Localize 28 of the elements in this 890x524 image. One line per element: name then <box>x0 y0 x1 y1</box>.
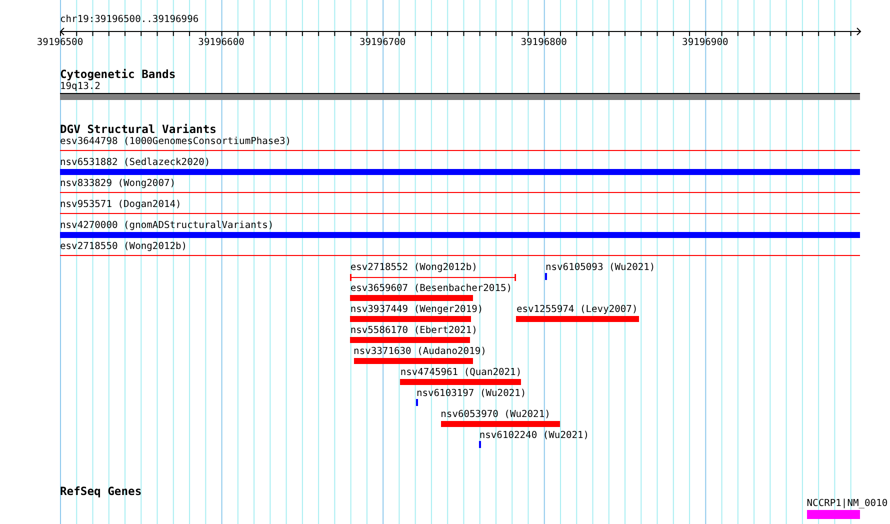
feature-label: nsv6053970 (Wu2021) <box>440 409 550 421</box>
track-title: DGV Structural Variants <box>59 123 216 136</box>
feature-label: 19q13.2 <box>60 81 100 93</box>
track-title: Cytogenetic Bands <box>59 68 176 81</box>
feature-label: nsv3937449 (Wenger2019) <box>350 304 484 316</box>
feature-label: esv2718552 (Wong2012b) <box>350 262 478 274</box>
track-title: RefSeq Genes <box>59 485 142 498</box>
feature-label: nsv6103197 (Wu2021) <box>416 388 526 400</box>
axis-label: 39196800 <box>520 37 567 48</box>
axis-label: 39196500 <box>36 37 84 48</box>
feature-label: nsv953571 (Dogan2014) <box>60 199 182 211</box>
feature-label: nsv833829 (Wong2007) <box>60 178 176 190</box>
feature-label: esv3644798 (1000GenomesConsortiumPhase3) <box>60 136 292 148</box>
feature-label: nsv6531882 (Sedlazeck2020) <box>60 157 210 169</box>
axis-label: 39196600 <box>198 37 244 48</box>
feature-label: nsv5586170 (Ebert2021) <box>350 325 478 337</box>
feature-label: NCCRP1|NM_0010 <box>806 498 888 510</box>
feature-label: esv2718550 (Wong2012b) <box>60 241 188 253</box>
feature-label: nsv6102240 (Wu2021) <box>479 430 590 442</box>
feature-label: nsv4270000 (gnomADStructuralVariants) <box>60 220 274 232</box>
axis-label: 39196900 <box>682 37 728 48</box>
feature-label: esv1255974 (Levy2007) <box>516 304 638 316</box>
location-label: chr19:39196500..39196996 <box>59 14 200 26</box>
feature-label: esv3659607 (Besenbacher2015) <box>350 283 512 295</box>
feature-label: nsv3371630 (Audano2019) <box>354 346 486 358</box>
feature-label: nsv6105093 (Wu2021) <box>545 262 656 274</box>
axis-label: 39196700 <box>359 37 406 48</box>
feature-label: nsv4745961 (Quan2021) <box>400 367 522 379</box>
